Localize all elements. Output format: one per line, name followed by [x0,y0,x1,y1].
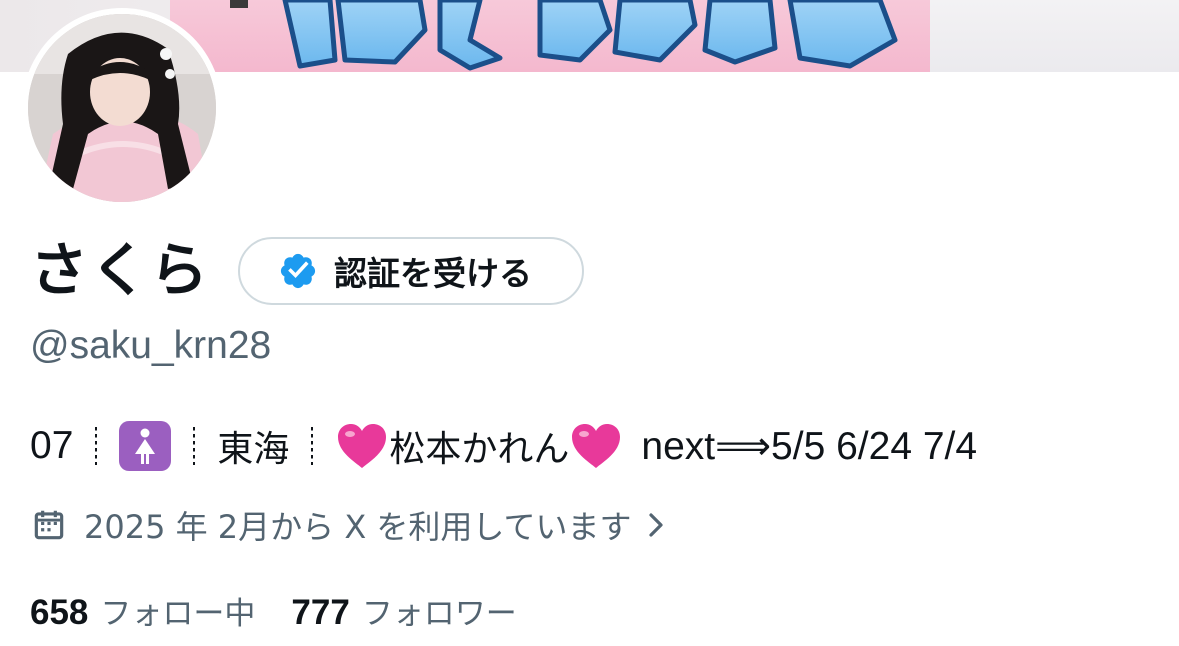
pink-heart-emoji-icon [338,424,387,468]
followers-label: フォロワー [361,595,517,632]
follow-counts: 658 フォロー中 777 フォロワー [30,586,517,634]
pink-heart-emoji-icon [572,424,621,468]
bio-separator [311,427,314,465]
bio-text-age: 07 [30,424,74,467]
bio-separator [193,427,196,465]
bio-text-schedule: next⟹5/5 6/24 7/4 [641,424,978,468]
avatar[interactable] [22,8,222,208]
bio-separator [95,427,98,465]
following-label: フォロー中 [100,595,256,632]
profile-bio: 07 東海 松本かれん next⟹5/5 6/24 7/4 [30,418,977,474]
followers-link[interactable]: 777 フォロワー [291,588,516,633]
joined-date-text: 2025 年 2月から X を利用しています [84,508,632,546]
display-name: さくら [30,236,211,304]
avatar-photo [28,14,216,202]
bio-text-region: 東海 [217,429,290,470]
banner-dark-mark [230,0,248,8]
get-verified-button[interactable]: 認証を受ける [238,237,584,305]
following-count: 658 [30,592,89,632]
bio-text-oshi: 松本かれん [389,429,570,470]
get-verified-label: 認証を受ける [334,254,532,293]
chevron-right-icon [649,513,664,537]
joined-date-row[interactable]: 2025 年 2月から X を利用しています [30,500,667,550]
following-link[interactable]: 658 フォロー中 [30,588,255,633]
user-handle: @saku_krn28 [30,324,272,367]
calendar-icon [34,510,64,540]
followers-count: 777 [291,592,350,632]
verified-badge-icon [280,253,316,289]
womens-restroom-emoji-icon [119,421,172,471]
profile-page: さくら 認証を受ける @saku_krn28 07 東海 松本かれん next⟹… [0,0,1179,646]
